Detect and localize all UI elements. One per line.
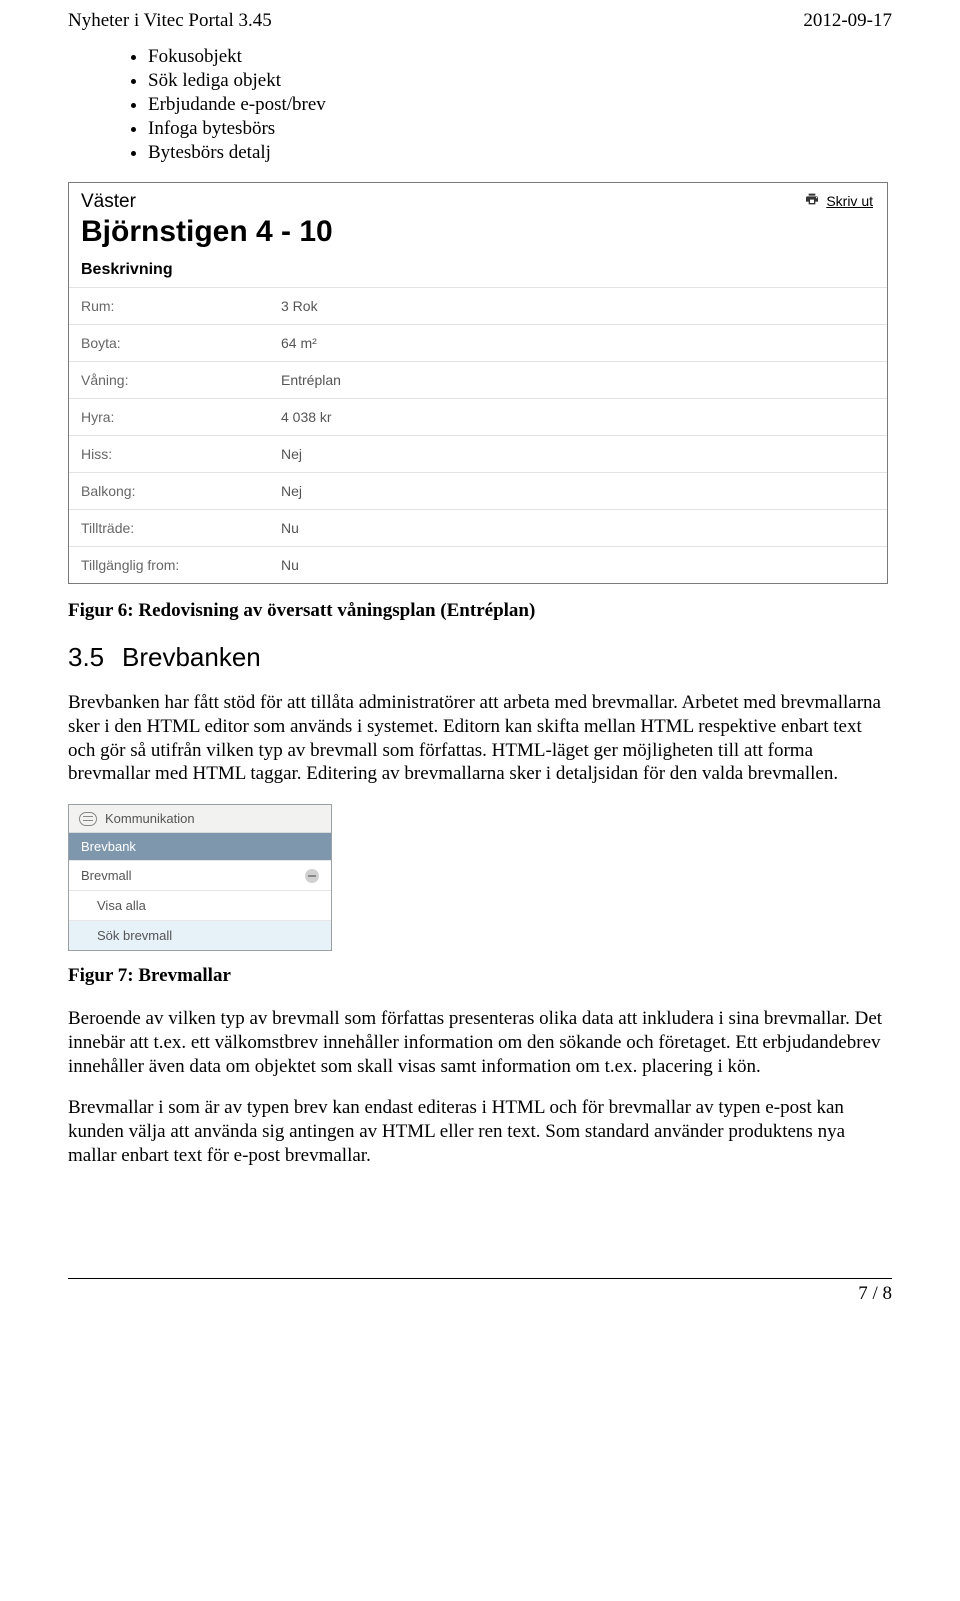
prop-key: Våning: bbox=[81, 372, 281, 388]
prop-key: Rum: bbox=[81, 298, 281, 314]
table-row: Boyta:64 m² bbox=[69, 324, 887, 361]
table-row: Tillgänglig from:Nu bbox=[69, 546, 887, 583]
print-link[interactable]: Skriv ut bbox=[804, 191, 873, 210]
collapse-icon bbox=[305, 869, 319, 883]
table-row: Tillträde:Nu bbox=[69, 509, 887, 546]
region-label: Väster bbox=[81, 191, 136, 213]
print-label: Skriv ut bbox=[826, 193, 873, 209]
prop-value: 3 Rok bbox=[281, 298, 875, 314]
prop-key: Balkong: bbox=[81, 483, 281, 499]
menu-item-label: Brevmall bbox=[81, 868, 132, 883]
property-table: Rum:3 Rok Boyta:64 m² Våning:Entréplan H… bbox=[69, 287, 887, 583]
menu-item-brevmall[interactable]: Brevmall bbox=[69, 860, 331, 890]
table-row: Balkong:Nej bbox=[69, 472, 887, 509]
table-row: Hyra:4 038 kr bbox=[69, 398, 887, 435]
page-header: Nyheter i Vitec Portal 3.45 2012-09-17 bbox=[68, 10, 892, 32]
object-title: Björnstigen 4 - 10 bbox=[69, 213, 887, 257]
prop-value: Nu bbox=[281, 557, 875, 573]
menu-header[interactable]: Kommunikation bbox=[69, 805, 331, 833]
list-item: Bytesbörs detalj bbox=[148, 142, 892, 164]
prop-value: 4 038 kr bbox=[281, 409, 875, 425]
menu-subitem-sok-brevmall[interactable]: Sök brevmall bbox=[69, 920, 331, 950]
doc-title: Nyheter i Vitec Portal 3.45 bbox=[68, 10, 272, 32]
list-item: Fokusobjekt bbox=[148, 46, 892, 68]
list-item: Sök lediga objekt bbox=[148, 70, 892, 92]
paragraph: Brevbanken har fått stöd för att tillåta… bbox=[68, 691, 892, 786]
object-detail-panel: Väster Skriv ut Björnstigen 4 - 10 Beskr… bbox=[68, 182, 888, 584]
menu-item-selected[interactable]: Brevbank bbox=[69, 833, 331, 860]
prop-value: Nej bbox=[281, 483, 875, 499]
figure-caption-6: Figur 6: Redovisning av översatt vånings… bbox=[68, 600, 892, 622]
page-footer: 7 / 8 bbox=[68, 1278, 892, 1305]
prop-value: Nej bbox=[281, 446, 875, 462]
paragraph: Brevmallar i som är av typen brev kan en… bbox=[68, 1096, 892, 1167]
page-number: 7 / 8 bbox=[858, 1283, 892, 1305]
printer-icon bbox=[804, 191, 820, 210]
list-item: Infoga bytesbörs bbox=[148, 118, 892, 140]
object-subhead: Beskrivning bbox=[69, 257, 887, 287]
section-heading: 3.5Brevbanken bbox=[68, 642, 892, 673]
section-number: 3.5 bbox=[68, 642, 122, 673]
prop-key: Hyra: bbox=[81, 409, 281, 425]
speech-bubble-icon bbox=[79, 812, 97, 826]
feature-list: Fokusobjekt Sök lediga objekt Erbjudande… bbox=[68, 46, 892, 164]
prop-key: Tillgänglig from: bbox=[81, 557, 281, 573]
section-title: Brevbanken bbox=[122, 642, 261, 672]
table-row: Våning:Entréplan bbox=[69, 361, 887, 398]
doc-date: 2012-09-17 bbox=[803, 10, 892, 32]
prop-value: Entréplan bbox=[281, 372, 875, 388]
prop-key: Tillträde: bbox=[81, 520, 281, 536]
brevbank-menu: Kommunikation Brevbank Brevmall Visa all… bbox=[68, 804, 332, 951]
list-item: Erbjudande e-post/brev bbox=[148, 94, 892, 116]
table-row: Rum:3 Rok bbox=[69, 287, 887, 324]
menu-subitem-visa-alla[interactable]: Visa alla bbox=[69, 890, 331, 920]
prop-key: Boyta: bbox=[81, 335, 281, 351]
figure-caption-7: Figur 7: Brevmallar bbox=[68, 965, 892, 987]
paragraph: Beroende av vilken typ av brevmall som f… bbox=[68, 1007, 892, 1078]
table-row: Hiss:Nej bbox=[69, 435, 887, 472]
menu-header-label: Kommunikation bbox=[105, 811, 195, 826]
prop-key: Hiss: bbox=[81, 446, 281, 462]
prop-value: Nu bbox=[281, 520, 875, 536]
prop-value: 64 m² bbox=[281, 335, 875, 351]
